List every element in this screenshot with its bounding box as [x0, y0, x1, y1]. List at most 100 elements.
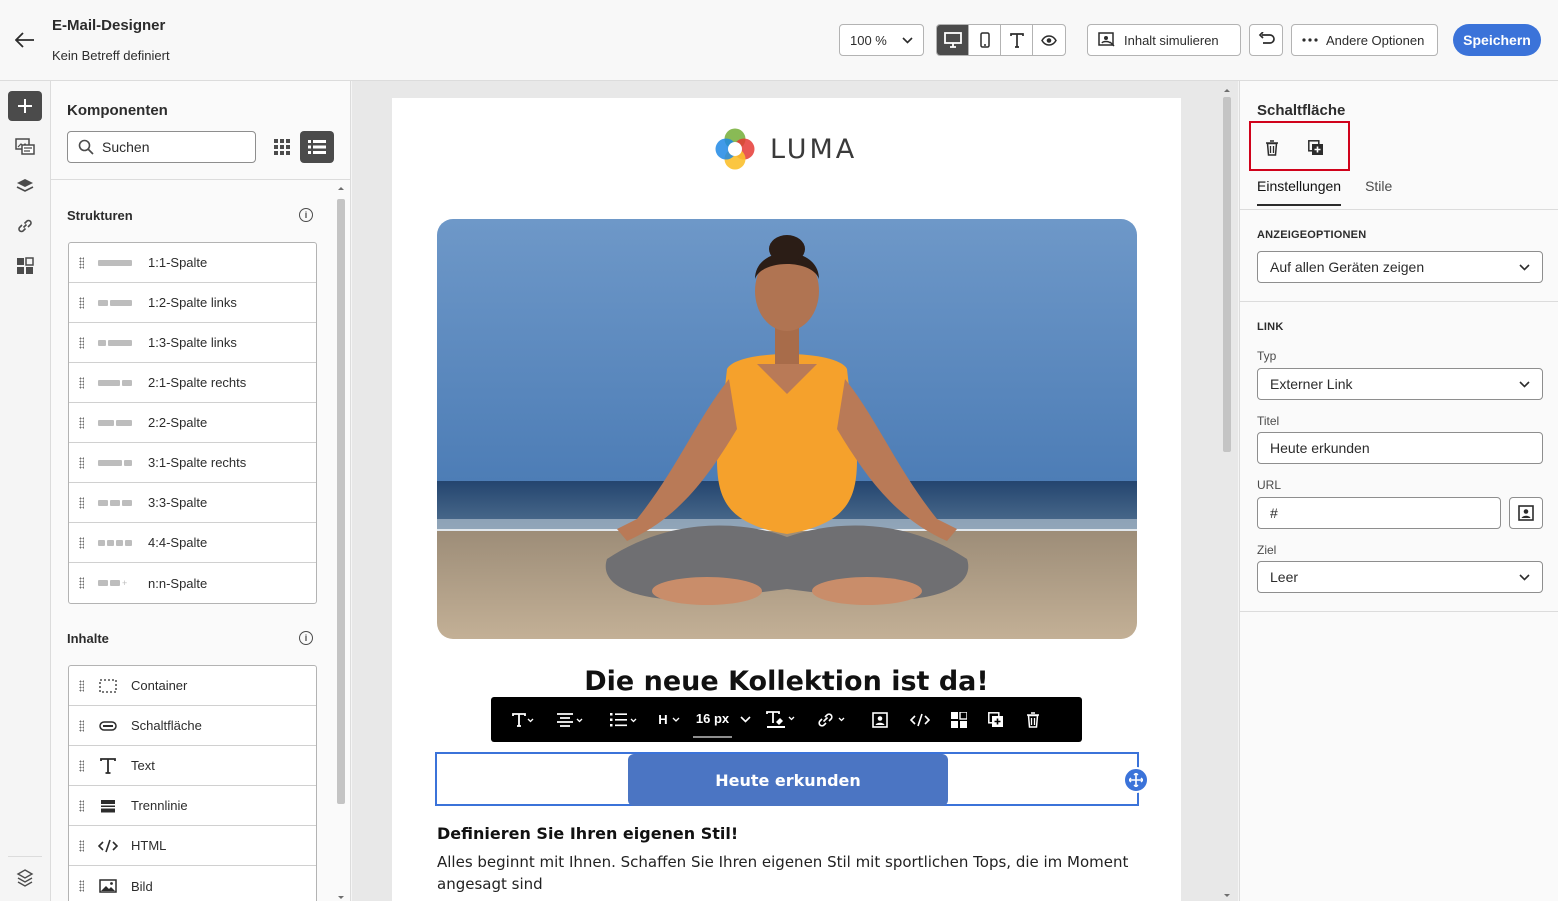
structure-item[interactable]: 2:2-Spalte [69, 403, 316, 443]
text-view-button[interactable] [1001, 25, 1033, 55]
assets-button[interactable] [8, 131, 42, 161]
drag-handle-icon[interactable] [79, 536, 84, 549]
structure-item[interactable]: 1:1-Spalte [69, 243, 316, 283]
preview-button[interactable] [1033, 25, 1065, 55]
grid-view-button[interactable] [267, 131, 297, 163]
display-options-select[interactable]: Auf allen Geräten zeigen [1257, 251, 1543, 283]
section-subheading[interactable]: Definieren Sie Ihren eigenen Stil! [437, 824, 738, 843]
email-body: LUMA Die neue Kollektion ist da! H 16 px… [392, 98, 1181, 901]
drag-handle-icon[interactable] [79, 577, 84, 589]
align-center-icon [557, 712, 583, 727]
title-label: Titel [1257, 414, 1280, 428]
desktop-view-button[interactable] [937, 25, 969, 55]
logo[interactable]: LUMA [712, 126, 857, 172]
align-button[interactable] [543, 697, 597, 742]
delete-component-button[interactable] [1261, 137, 1283, 159]
zoom-select[interactable]: 100 % [839, 24, 924, 56]
structure-item[interactable]: 3:1-Spalte rechts [69, 443, 316, 483]
add-components-button[interactable] [8, 91, 42, 121]
save-button[interactable]: Speichern [1453, 24, 1541, 56]
font-size-select[interactable]: 16 px [687, 697, 757, 742]
content-item-button[interactable]: Schaltfläche [69, 706, 316, 746]
content-label: HTML [131, 838, 167, 853]
drag-handle-icon[interactable] [79, 456, 84, 469]
url-field[interactable]: # [1257, 497, 1501, 529]
navigator-icon [16, 869, 34, 887]
drag-handle-icon[interactable] [79, 799, 84, 812]
drag-handle-icon[interactable] [79, 336, 84, 349]
undo-button[interactable] [1249, 24, 1283, 56]
section-divider [1240, 611, 1558, 612]
bulleted-list-icon [610, 712, 637, 726]
fragments-button[interactable] [8, 251, 42, 281]
structure-item[interactable]: 3:3-Spalte [69, 483, 316, 523]
drag-handle-icon[interactable] [79, 416, 84, 429]
content-item-divider[interactable]: Trennlinie [69, 786, 316, 826]
duplicate-button[interactable] [977, 697, 1015, 742]
tab-settings[interactable]: Einstellungen [1257, 178, 1342, 206]
rail-divider [8, 856, 42, 857]
target-label: Ziel [1257, 543, 1277, 557]
drag-handle-icon[interactable] [79, 376, 84, 389]
drag-handle-icon[interactable] [79, 839, 84, 852]
links-button[interactable] [8, 211, 42, 241]
link-button[interactable] [805, 697, 861, 742]
navigator-button[interactable] [8, 863, 42, 893]
info-icon[interactable]: i [299, 208, 313, 222]
content-item-container[interactable]: Container [69, 666, 316, 706]
link-title-field[interactable]: Heute erkunden [1257, 432, 1543, 464]
drag-handle-icon[interactable] [79, 296, 84, 309]
structure-item[interactable]: 4:4-Spalte [69, 523, 316, 563]
canvas-scrollbar[interactable] [1222, 87, 1232, 899]
meditation-photo [437, 219, 1137, 639]
other-options-button[interactable]: Andere Optionen [1291, 24, 1438, 56]
content-item-text[interactable]: Text [69, 746, 316, 786]
hero-image[interactable] [437, 219, 1137, 639]
move-handle-icon[interactable] [1123, 767, 1149, 793]
search-input[interactable]: Suchen [67, 131, 256, 163]
structure-label: 1:2-Spalte links [148, 295, 237, 310]
other-options-label: Andere Optionen [1326, 32, 1425, 48]
font-style-button[interactable] [503, 697, 543, 742]
link-type-select[interactable]: Externer Link [1257, 368, 1543, 400]
content-item-image[interactable]: Bild [69, 866, 316, 901]
back-arrow-icon[interactable] [12, 28, 38, 52]
drag-handle-icon[interactable] [79, 759, 84, 772]
layers-button[interactable] [8, 171, 42, 201]
scrollbar-thumb[interactable] [1223, 97, 1231, 452]
delete-button[interactable] [1015, 697, 1051, 742]
source-code-button[interactable] [899, 697, 941, 742]
structure-item[interactable]: + n:n-Spalte [69, 563, 316, 603]
components-scrollbar[interactable] [335, 185, 347, 901]
drag-handle-icon[interactable] [79, 880, 84, 892]
tab-styles[interactable]: Stile [1365, 178, 1392, 206]
list-view-button[interactable] [300, 131, 334, 163]
mobile-view-button[interactable] [969, 25, 1001, 55]
content-item-html[interactable]: HTML [69, 826, 316, 866]
email-headline[interactable]: Die neue Kollektion ist da! [392, 666, 1181, 697]
info-icon[interactable]: i [299, 631, 313, 645]
structure-item[interactable]: 1:2-Spalte links [69, 283, 316, 323]
structure-item[interactable]: 2:1-Spalte rechts [69, 363, 316, 403]
heading-button[interactable]: H [651, 697, 687, 742]
drag-handle-icon[interactable] [79, 719, 84, 732]
url-personalize-button[interactable] [1509, 497, 1543, 529]
simulate-content-button[interactable]: Inhalt simulieren [1087, 24, 1241, 56]
list-format-button[interactable] [597, 697, 651, 742]
duplicate-component-button[interactable] [1305, 137, 1327, 159]
personalize-button[interactable] [861, 697, 899, 742]
structure-item[interactable]: 1:3-Spalte links [69, 323, 316, 363]
drag-handle-icon[interactable] [79, 679, 84, 692]
chevron-down-icon [902, 36, 913, 44]
link-target-select[interactable]: Leer [1257, 561, 1543, 593]
scrollbar-thumb[interactable] [337, 199, 345, 804]
text-color-button[interactable] [757, 697, 805, 742]
fragment-button[interactable] [941, 697, 977, 742]
drag-handle-icon[interactable] [79, 256, 84, 269]
cta-button[interactable]: Heute erkunden [628, 754, 948, 806]
selected-button-block[interactable]: Heute erkunden [435, 752, 1149, 806]
display-options-caption: ANZEIGEOPTIONEN [1257, 229, 1367, 241]
image-icon [98, 879, 118, 893]
section-body-text[interactable]: Alles beginnt mit Ihnen. Schaffen Sie Ih… [437, 851, 1137, 895]
drag-handle-icon[interactable] [79, 496, 84, 509]
